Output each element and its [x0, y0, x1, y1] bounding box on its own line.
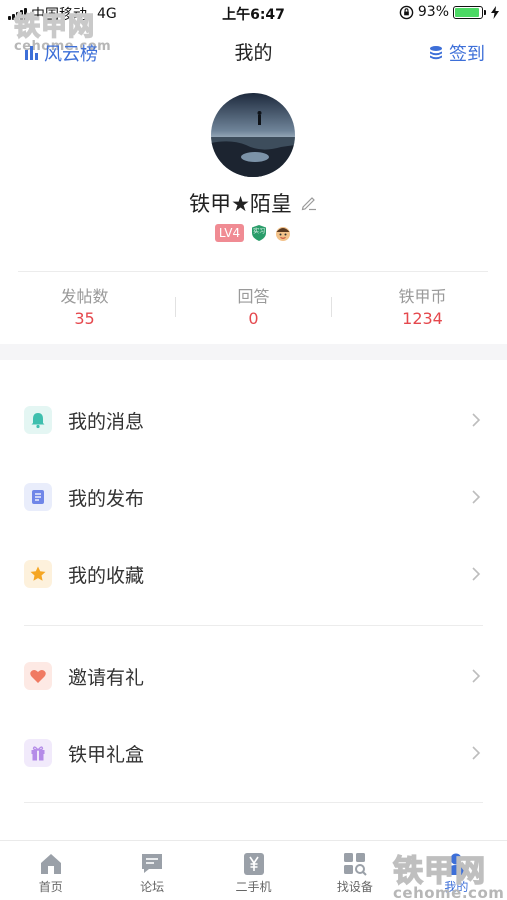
menu-label: 铁甲礼盒	[68, 743, 145, 766]
tab-label: 找设备	[336, 880, 373, 894]
menu-icon-bg	[24, 483, 52, 511]
tab-label: 论坛	[140, 880, 165, 894]
menu-my-favorites[interactable]: 我的收藏	[0, 546, 507, 602]
tab-label: 二手机	[235, 880, 272, 894]
status-bar: 中国移动 4G 上午6:47 93%	[0, 0, 507, 26]
avatar-image	[211, 93, 295, 177]
battery-icon	[453, 5, 486, 19]
stat-label: 发帖数	[60, 287, 109, 306]
tab-mine[interactable]: 我的	[406, 841, 507, 900]
stats-row: 发帖数 35 回答 0 铁甲币 1234	[0, 283, 507, 333]
tab-used-machines[interactable]: 二手机	[203, 841, 304, 900]
stat-separator	[331, 297, 332, 317]
tab-home[interactable]: 首页	[0, 841, 101, 900]
star-icon	[30, 566, 46, 581]
section-gap	[0, 344, 507, 360]
chevron-right-icon	[472, 567, 481, 581]
menu-icon-bg	[24, 662, 52, 690]
avatar[interactable]	[211, 93, 295, 177]
stat-coins[interactable]: 铁甲币 1234	[338, 283, 507, 333]
profile-divider	[18, 271, 488, 272]
menu-invite-reward[interactable]: 邀请有礼	[0, 648, 507, 704]
tab-forum[interactable]: 论坛	[101, 841, 202, 900]
checkin-button[interactable]: 签到	[429, 40, 485, 66]
yen-icon	[243, 853, 264, 875]
document-icon	[32, 490, 44, 504]
mascot-badge-icon	[276, 227, 291, 241]
menu-label: 我的发布	[68, 487, 145, 510]
menu-icon-bg	[24, 739, 52, 767]
shield-badge-text: 实习	[253, 228, 266, 235]
user-icon	[446, 853, 467, 875]
tab-bar: 首页 论坛 二手机 找设备 我的	[0, 840, 507, 900]
battery-fill	[455, 7, 480, 17]
status-right: 93%	[399, 4, 499, 20]
bell-icon	[31, 413, 45, 429]
username-row: 铁甲★陌皇	[0, 188, 507, 218]
nav-bar: 风云榜 我的 签到	[0, 36, 507, 70]
tab-label: 我的	[444, 880, 469, 894]
menu-divider	[24, 802, 483, 803]
level-badge: LV4	[214, 224, 245, 242]
menu-gift-box[interactable]: 铁甲礼盒	[0, 725, 507, 781]
chevron-right-icon	[472, 669, 481, 683]
username: 铁甲★陌皇	[189, 192, 292, 216]
battery-percent: 93%	[417, 4, 449, 20]
menu-my-messages[interactable]: 我的消息	[0, 392, 507, 448]
stat-value: 0	[248, 309, 259, 328]
edit-icon[interactable]	[300, 194, 318, 212]
gift-icon	[31, 746, 45, 761]
grid-search-icon	[343, 853, 367, 876]
heart-icon	[30, 669, 46, 683]
stat-label: 铁甲币	[398, 287, 447, 306]
stat-label: 回答	[237, 287, 270, 306]
home-icon	[40, 854, 61, 874]
menu-icon-bg	[24, 560, 52, 588]
tab-find-equipment[interactable]: 找设备	[304, 841, 405, 900]
stat-answers[interactable]: 回答 0	[169, 283, 338, 333]
tab-label: 首页	[38, 880, 63, 894]
stat-value: 35	[74, 309, 95, 328]
menu-label: 我的消息	[68, 410, 145, 433]
chevron-right-icon	[472, 746, 481, 760]
menu-label: 我的收藏	[68, 564, 145, 587]
menu-my-posts[interactable]: 我的发布	[0, 469, 507, 525]
stat-separator	[175, 297, 176, 317]
chevron-right-icon	[472, 413, 481, 427]
charging-icon	[491, 5, 499, 19]
menu-icon-bg	[24, 406, 52, 434]
coins-icon	[430, 45, 442, 59]
checkin-label: 签到	[449, 44, 485, 65]
chevron-right-icon	[472, 490, 481, 504]
stat-value: 1234	[402, 309, 443, 328]
menu-label: 邀请有礼	[68, 666, 145, 689]
menu-divider	[24, 625, 483, 626]
badges-row: LV4 实习	[0, 224, 507, 242]
orientation-lock-icon	[399, 5, 414, 19]
shield-badge: 实习	[250, 224, 268, 242]
stat-posts[interactable]: 发帖数 35	[0, 283, 169, 333]
forum-icon	[142, 854, 163, 873]
